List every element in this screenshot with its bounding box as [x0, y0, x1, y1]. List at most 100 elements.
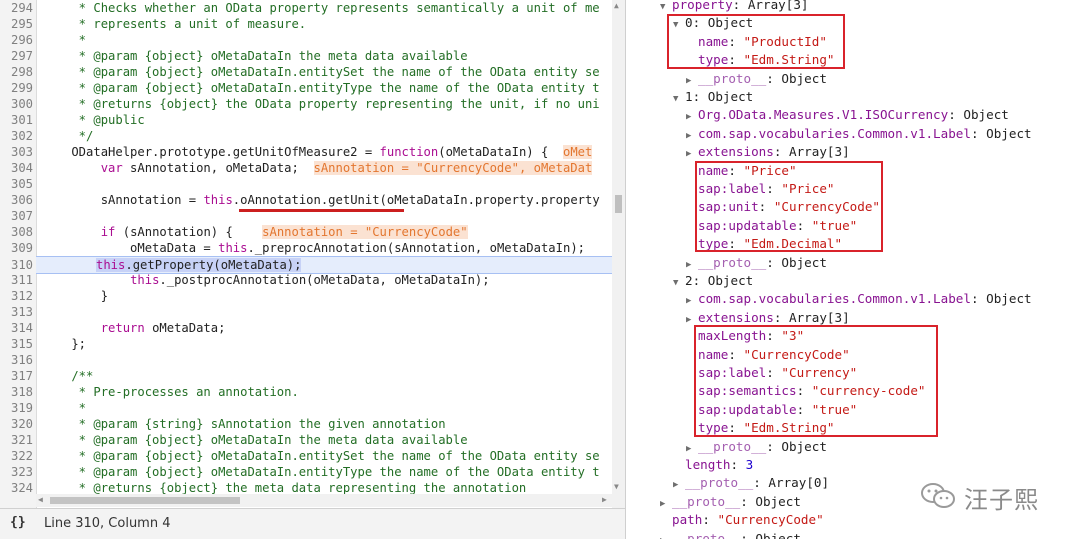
code-text[interactable]: }: [42, 288, 108, 304]
tree-row[interactable]: ▶ com.sap.vocabularies.Common.v1.Label: O…: [686, 125, 1032, 143]
code-line[interactable]: 319 *: [0, 400, 612, 416]
line-number[interactable]: 306: [0, 192, 33, 208]
collapse-triangle-icon[interactable]: ▼: [673, 90, 685, 108]
code-line[interactable]: 298 * @param {object} oMetaDataIn.entity…: [0, 64, 612, 80]
code-text[interactable]: */: [42, 128, 94, 144]
code-line[interactable]: 318 * Pre-processes an annotation.: [0, 384, 612, 400]
line-number[interactable]: 313: [0, 304, 33, 320]
expand-triangle-icon[interactable]: ▶: [686, 292, 698, 310]
expand-triangle-icon[interactable]: ▶: [686, 108, 698, 126]
line-number[interactable]: 300: [0, 96, 33, 112]
scroll-up-arrow-icon[interactable]: ▲: [614, 1, 619, 10]
code-line[interactable]: 301 * @public: [0, 112, 612, 128]
tree-row[interactable]: ▶ Org.OData.Measures.V1.ISOCurrency: Obje…: [686, 106, 1009, 124]
tree-row[interactable]: ▶__proto__: Object: [660, 493, 801, 511]
code-text[interactable]: sAnnotation = this.oAnnotation.getUnit(o…: [42, 192, 600, 208]
expand-triangle-icon[interactable]: ▶: [686, 127, 698, 145]
code-line[interactable]: 305: [0, 176, 612, 192]
tree-row[interactable]: ▶__proto__: Object: [686, 438, 827, 456]
line-number[interactable]: 318: [0, 384, 33, 400]
code-line[interactable]: 299 * @param {object} oMetaDataIn.entity…: [0, 80, 612, 96]
line-number[interactable]: 296: [0, 32, 33, 48]
code-line[interactable]: 317 /**: [0, 368, 612, 384]
code-text[interactable]: ODataHelper.prototype.getUnitOfMeasure2 …: [42, 144, 593, 160]
code-line[interactable]: 322 * @param {object} oMetaDataIn.entity…: [0, 448, 612, 464]
line-number[interactable]: 312: [0, 288, 33, 304]
line-number[interactable]: 319: [0, 400, 33, 416]
expand-triangle-icon[interactable]: ▶: [686, 72, 698, 90]
line-number[interactable]: 322: [0, 448, 33, 464]
line-number[interactable]: 311: [0, 272, 33, 288]
code-text[interactable]: * @param {object} oMetaDataIn.entitySet …: [42, 64, 600, 80]
tree-row[interactable]: ▶__proto__: Object: [686, 70, 827, 88]
code-line[interactable]: 302 */: [0, 128, 612, 144]
line-number[interactable]: 294: [0, 0, 33, 16]
code-text[interactable]: return oMetaData;: [42, 320, 226, 336]
code-line[interactable]: 323 * @param {object} oMetaDataIn.entity…: [0, 464, 612, 480]
code-line[interactable]: 309 oMetaData = this._preprocAnnotation(…: [0, 240, 612, 256]
line-number[interactable]: 298: [0, 64, 33, 80]
code-line[interactable]: 308 if (sAnnotation) { sAnnotation = "Cu…: [0, 224, 612, 240]
expand-triangle-icon[interactable]: ▶: [686, 256, 698, 274]
code-line[interactable]: 313: [0, 304, 612, 320]
line-number[interactable]: 315: [0, 336, 33, 352]
code-line[interactable]: 295 * represents a unit of measure.: [0, 16, 612, 32]
code-line[interactable]: 320 * @param {string} sAnnotation the gi…: [0, 416, 612, 432]
code-text[interactable]: /**: [42, 368, 93, 384]
code-line[interactable]: 312 }: [0, 288, 612, 304]
scroll-down-arrow-icon[interactable]: ▼: [614, 482, 619, 491]
line-number[interactable]: 305: [0, 176, 33, 192]
tree-row[interactable]: ▶ extensions: Array[3]: [686, 143, 850, 161]
code-line[interactable]: 315 };: [0, 336, 612, 352]
code-line[interactable]: 311 this._postprocAnnotation(oMetaData, …: [0, 272, 612, 288]
scroll-right-arrow-icon[interactable]: ▶: [602, 495, 607, 504]
line-number[interactable]: 320: [0, 416, 33, 432]
code-line[interactable]: 314 return oMetaData;: [0, 320, 612, 336]
line-number[interactable]: 309: [0, 240, 33, 256]
tree-row[interactable]: ▶__proto__: Object: [660, 530, 801, 539]
code-text[interactable]: * @param {string} sAnnotation the given …: [42, 416, 446, 432]
code-line[interactable]: 321 * @param {object} oMetaDataIn the me…: [0, 432, 612, 448]
code-text[interactable]: * represents a unit of measure.: [42, 16, 306, 32]
line-number[interactable]: 297: [0, 48, 33, 64]
line-number[interactable]: 323: [0, 464, 33, 480]
scroll-left-arrow-icon[interactable]: ◀: [38, 495, 43, 504]
line-number[interactable]: 317: [0, 368, 33, 384]
code-line[interactable]: 294 * Checks whether an OData property r…: [0, 0, 612, 16]
horizontal-scrollbar[interactable]: ◀ ▶: [36, 494, 612, 507]
vertical-scrollbar[interactable]: ▲ ▼: [612, 0, 625, 508]
code-text[interactable]: * @param {object} oMetaDataIn.entitySet …: [42, 448, 600, 464]
pretty-print-braces-icon[interactable]: {}: [10, 515, 26, 530]
code-text[interactable]: * @param {object} oMetaDataIn the meta d…: [42, 48, 468, 64]
tree-row[interactable]: ▶__proto__: Object: [686, 254, 827, 272]
inline-debug-value[interactable]: sAnnotation = "CurrencyCode": [262, 225, 468, 239]
tree-row[interactable]: ▶ com.sap.vocabularies.Common.v1.Label: O…: [686, 290, 1032, 308]
code-text[interactable]: };: [42, 336, 86, 352]
line-number[interactable]: 301: [0, 112, 33, 128]
code-text[interactable]: * @param {object} oMetaDataIn.entityType…: [42, 464, 600, 480]
line-number[interactable]: 295: [0, 16, 33, 32]
line-number[interactable]: 314: [0, 320, 33, 336]
vertical-scroll-thumb[interactable]: [615, 195, 622, 213]
tree-row[interactable]: ▼ property: Array[3]: [660, 0, 809, 14]
tree-row[interactable]: ▶ __proto__: Array[0]: [673, 474, 829, 492]
expand-triangle-icon[interactable]: ▶: [660, 495, 672, 513]
code-text[interactable]: *: [42, 32, 86, 48]
line-number[interactable]: 310: [0, 257, 33, 273]
code-line[interactable]: 297 * @param {object} oMetaDataIn the me…: [0, 48, 612, 64]
line-number[interactable]: 321: [0, 432, 33, 448]
expand-triangle-icon[interactable]: ▶: [660, 532, 672, 539]
line-number[interactable]: 324: [0, 480, 33, 496]
code-line[interactable]: 306 sAnnotation = this.oAnnotation.getUn…: [0, 192, 612, 208]
code-text[interactable]: oMetaData = this._preprocAnnotation(sAnn…: [42, 240, 585, 256]
code-text[interactable]: * @returns {object} the OData property r…: [42, 96, 600, 112]
inline-debug-value[interactable]: oMet: [562, 145, 593, 159]
line-number[interactable]: 304: [0, 160, 33, 176]
line-number[interactable]: 299: [0, 80, 33, 96]
code-text[interactable]: *: [42, 400, 86, 416]
code-line[interactable]: 304 var sAnnotation, oMetaData; sAnnotat…: [0, 160, 612, 176]
line-number[interactable]: 316: [0, 352, 33, 368]
code-text[interactable]: if (sAnnotation) { sAnnotation = "Curren…: [42, 224, 468, 240]
line-number[interactable]: 303: [0, 144, 33, 160]
code-text[interactable]: * @public: [42, 112, 145, 128]
